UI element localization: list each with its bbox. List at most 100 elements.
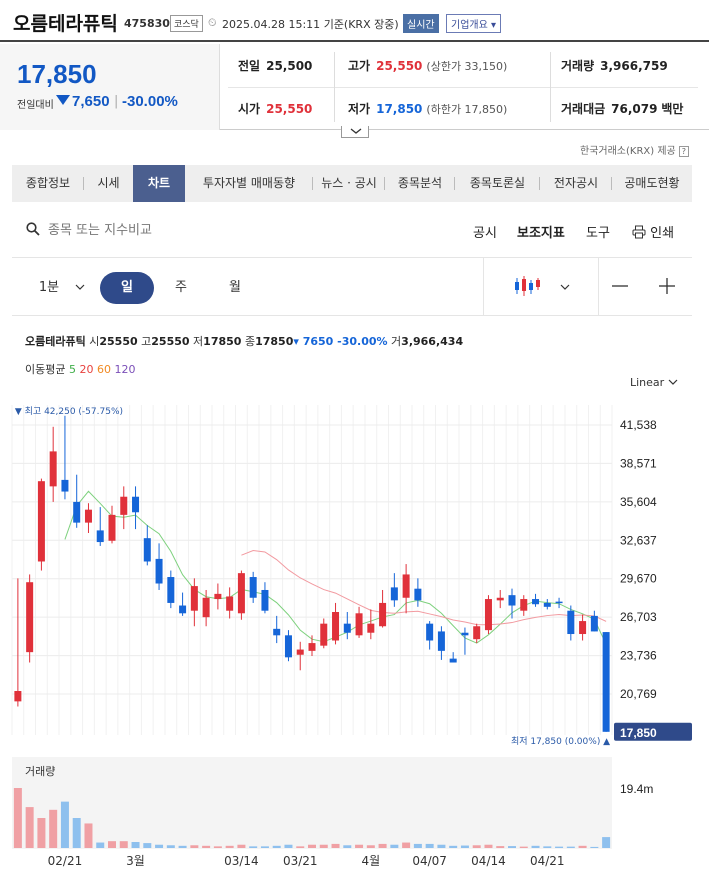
tools-button[interactable]: 도구 (586, 222, 610, 241)
candle-body (249, 577, 257, 598)
candle-body (108, 514, 116, 541)
tab-short-selling[interactable]: 공매도현황 (612, 165, 692, 202)
period-selector: 1분 일 주 월 (12, 258, 692, 316)
prev-close: 전일 25,500 (238, 57, 312, 74)
quote-panel: 17,850 전일대비 7,650 | -30.00% 전일 25,500 시가 2… (0, 44, 709, 130)
candle-body (190, 586, 198, 611)
scale-dropdown[interactable]: Linear (630, 376, 678, 389)
volume-bar (402, 842, 411, 848)
current-price-box: 17,850 전일대비 7,650 | -30.00% (0, 44, 220, 130)
volume-bar (319, 844, 328, 848)
candle-body (167, 577, 175, 603)
low-label: 저가 (348, 102, 371, 116)
volume-bar (60, 801, 69, 848)
volume-tick-label: 19.4m (620, 782, 653, 796)
compare-label: 전일대비 (17, 100, 54, 111)
volume-panel-title: 거래량 (25, 765, 55, 778)
company-overview-button[interactable]: 기업개요 ▾ (446, 14, 501, 33)
ma20-label: 20 (79, 363, 94, 376)
volume-bar (84, 823, 93, 848)
compare-search-input[interactable] (48, 221, 348, 239)
volume-bar (460, 845, 469, 848)
candle-body (120, 496, 128, 515)
expand-toggle[interactable] (341, 126, 369, 138)
candle-body (449, 658, 457, 663)
volume-bar (566, 846, 575, 848)
last-price-label: 17,850 (620, 726, 657, 740)
candle-body (532, 599, 540, 605)
volume-bar (296, 846, 305, 848)
candle-body (567, 610, 575, 635)
ma-label: 이동평균 (25, 363, 66, 376)
chart-toolbar: 공시 보조지표 도구 인쇄 (12, 208, 692, 258)
candle-body (214, 593, 222, 600)
tab-label: 뉴스 · 공시 (321, 176, 377, 190)
chevron-down-icon (75, 284, 85, 290)
volume-bar (531, 845, 540, 848)
ma5-label: 5 (68, 363, 76, 376)
legend-volume-label: 거 (391, 335, 402, 348)
y-tick-label: 41,538 (620, 418, 657, 432)
candle-body (273, 628, 281, 636)
interval-dropdown[interactable]: 1분 (32, 272, 92, 304)
zoom-in-button[interactable] (655, 272, 679, 304)
volume-bar (119, 841, 128, 848)
amount-value: 76,079 (611, 102, 658, 116)
candle-body (73, 501, 81, 523)
max-price-label: ▼ 최고 42,250 (-57.75%) (15, 406, 123, 417)
divider (483, 258, 484, 316)
x-tick-label: 02/21 (48, 854, 83, 868)
candle-body (379, 602, 387, 627)
zoom-out-button[interactable] (608, 272, 632, 304)
printer-icon (632, 225, 646, 239)
disclosure-button[interactable]: 공시 (473, 222, 497, 241)
moving-average-legend[interactable]: 이동평균 5 20 60 120 (25, 361, 135, 377)
volume-bar (108, 841, 116, 848)
period-month-button[interactable]: 월 (220, 272, 250, 304)
volume-bar (331, 843, 340, 848)
price-chart[interactable]: 41,538 38,571 35,604 32,637 29,670 26,703 23,7… (0, 395, 709, 874)
tab-investors[interactable]: 투자자별 매매동향 (185, 165, 313, 202)
legend-high-label: 고 (141, 335, 152, 348)
period-week-button[interactable]: 주 (166, 272, 196, 304)
volume-bar (437, 844, 446, 848)
tab-summary[interactable]: 종합정보 (12, 165, 84, 202)
x-tick-label: 04/14 (471, 854, 506, 868)
amount-unit: 백만 (661, 102, 684, 116)
candle-body (414, 588, 422, 601)
main-tabs: 종합정보 시세 차트 투자자별 매매동향 뉴스 · 공시 종목분석 종목토론실 … (12, 165, 692, 202)
tab-quotes[interactable]: 시세 (84, 165, 133, 202)
divider (228, 87, 698, 88)
tab-analysis[interactable]: 종목분석 (385, 165, 455, 202)
volume-bar (496, 846, 505, 848)
tab-disclosure[interactable]: 전자공시 (540, 165, 612, 202)
indicator-button[interactable]: 보조지표 (517, 222, 565, 241)
live-badge: 실시간 (403, 14, 439, 33)
legend-high: 25550 (151, 335, 190, 348)
open-value: 25,550 (266, 102, 313, 116)
volume-bar (190, 845, 199, 848)
tab-news[interactable]: 뉴스 · 공시 (313, 165, 385, 202)
volume-bar (308, 844, 316, 848)
candle-body (179, 605, 187, 614)
stock-code: 475830 (124, 17, 170, 30)
high-label: 고가 (348, 59, 371, 73)
period-day-button[interactable]: 일 (100, 272, 154, 304)
legend-name: 오름테라퓨틱 (25, 335, 86, 348)
candle-body (37, 481, 45, 562)
tab-chart[interactable]: 차트 (133, 165, 185, 202)
tab-discussion[interactable]: 종목토론실 (455, 165, 540, 202)
print-button[interactable]: 인쇄 (632, 222, 674, 241)
help-icon[interactable]: ? (678, 146, 689, 157)
y-tick-label: 26,703 (620, 610, 657, 624)
candle-body (602, 632, 610, 732)
x-tick-label: 4월 (361, 854, 380, 868)
volume-bar (143, 843, 152, 848)
search-icon (26, 222, 40, 236)
chart-type-dropdown[interactable] (502, 272, 582, 304)
candle-body (355, 613, 363, 636)
volume-bar (449, 845, 458, 848)
candle-body (49, 451, 57, 487)
print-label: 인쇄 (650, 226, 675, 241)
lower-limit: (하한가 17,850) (426, 103, 508, 116)
